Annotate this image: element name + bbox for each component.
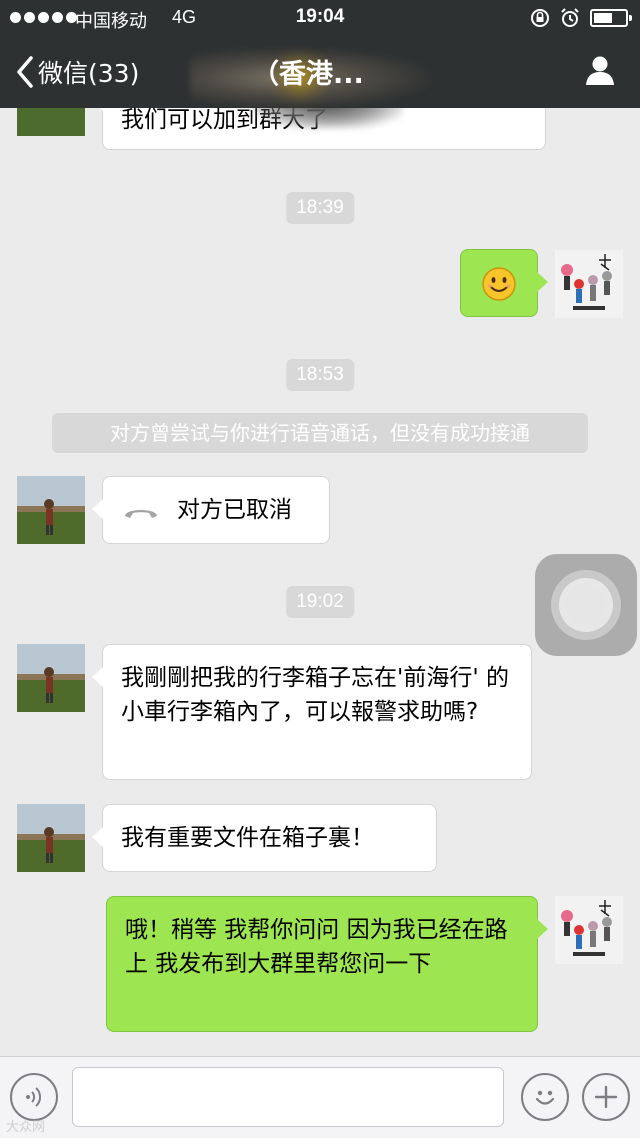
message-text: 我剛剛把我的行李箱子忘在'前海行' 的小車行李箱內了，可以報警求助嗎? bbox=[121, 665, 509, 725]
plus-icon bbox=[594, 1085, 618, 1109]
top-bar: 中国移动 4G 19:04 微信(33) （香港... bbox=[0, 0, 640, 108]
smile-emoji-icon bbox=[482, 267, 516, 301]
timestamp: 18:53 bbox=[286, 359, 354, 391]
call-record-bubble[interactable]: 对方已取消 bbox=[92, 476, 330, 544]
call-status-text: 对方已取消 bbox=[177, 497, 292, 523]
status-bar: 中国移动 4G 19:04 bbox=[0, 0, 640, 34]
rotation-lock-icon bbox=[531, 9, 549, 27]
phone-hangup-icon bbox=[125, 510, 157, 518]
system-notice: 对方曾尝试与你进行语音通话，但没有成功接通 bbox=[52, 413, 588, 453]
redacted-title-area bbox=[190, 48, 570, 108]
chat-nav-bar: 微信(33) （香港... bbox=[0, 40, 640, 108]
message-bubble-outgoing[interactable] bbox=[460, 249, 548, 317]
timestamp: 19:02 bbox=[286, 586, 354, 618]
input-bar bbox=[0, 1056, 640, 1138]
message-bubble-incoming[interactable]: 我们可以加到群大了 bbox=[92, 108, 546, 150]
assistive-touch-button[interactable] bbox=[535, 554, 637, 656]
chat-title: （香港... bbox=[252, 59, 364, 90]
back-label: 微信(33) bbox=[38, 59, 140, 88]
voice-input-button[interactable] bbox=[10, 1073, 58, 1121]
contact-avatar[interactable] bbox=[17, 476, 85, 544]
more-button[interactable] bbox=[582, 1073, 630, 1121]
emoji-button[interactable] bbox=[521, 1073, 569, 1121]
voice-icon bbox=[26, 1087, 42, 1107]
redaction-blur bbox=[253, 108, 403, 129]
contact-avatar[interactable] bbox=[17, 108, 85, 136]
timestamp: 18:39 bbox=[286, 192, 354, 224]
chevron-left-icon bbox=[17, 56, 33, 88]
battery-icon bbox=[590, 9, 632, 27]
message-text: 哦！稍等 我帮你问问 因为我已经在路上 我发布到大群里帮您问一下 bbox=[125, 917, 508, 977]
message-list[interactable]: 我们可以加到群大了 18:39 18:53 对方曾尝试与你进行语音通话，但没有成… bbox=[0, 108, 640, 1056]
watermark: 大众网 bbox=[6, 1120, 46, 1135]
message-text: 我有重要文件在箱子裏！ bbox=[121, 825, 374, 851]
contact-avatar[interactable] bbox=[17, 644, 85, 712]
message-input[interactable] bbox=[72, 1067, 504, 1127]
contact-avatar[interactable] bbox=[17, 804, 85, 872]
person-icon bbox=[586, 56, 614, 85]
back-button[interactable]: 微信(33) bbox=[16, 54, 139, 90]
message-bubble-incoming[interactable]: 我有重要文件在箱子裏！ bbox=[92, 804, 437, 872]
my-avatar[interactable] bbox=[555, 250, 623, 318]
message-bubble-incoming[interactable]: 我剛剛把我的行李箱子忘在'前海行' 的小車行李箱內了，可以報警求助嗎? bbox=[92, 644, 532, 780]
my-avatar[interactable] bbox=[555, 896, 623, 964]
chat-info-button[interactable] bbox=[584, 54, 616, 90]
alarm-icon bbox=[561, 8, 579, 27]
emoji-icon bbox=[535, 1090, 555, 1105]
message-bubble-outgoing[interactable]: 哦！稍等 我帮你问问 因为我已经在路上 我发布到大群里帮您问一下 bbox=[106, 896, 548, 1032]
